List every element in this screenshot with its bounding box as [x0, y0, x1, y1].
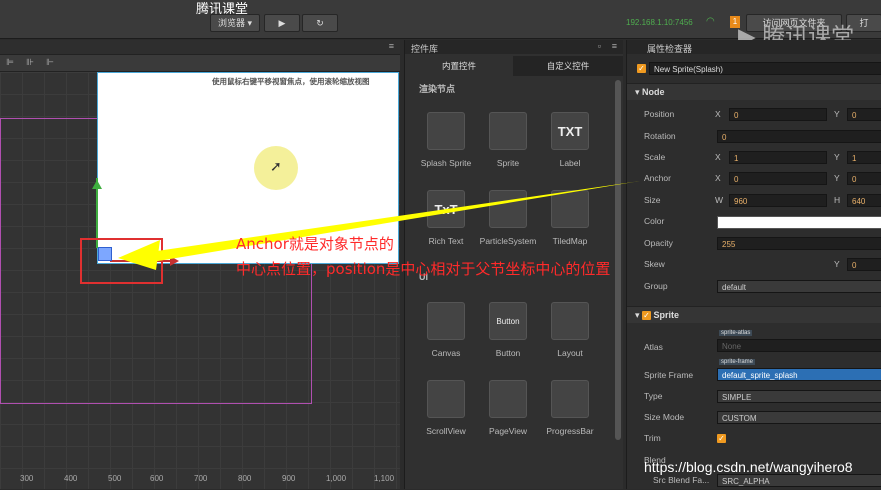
annotation-note: Anchor就是对象节点的 中心点位置，position是中心相对于父节坐标中心… — [236, 232, 610, 282]
arrow-head — [118, 240, 160, 270]
annotation-line-2: 中心点位置，position是中心相对于父节坐标中心的位置 — [236, 260, 611, 278]
source-credit: https://blog.csdn.net/wangyihero8 — [644, 459, 853, 475]
annotation-line-1: Anchor就是对象节点的 — [236, 235, 394, 253]
